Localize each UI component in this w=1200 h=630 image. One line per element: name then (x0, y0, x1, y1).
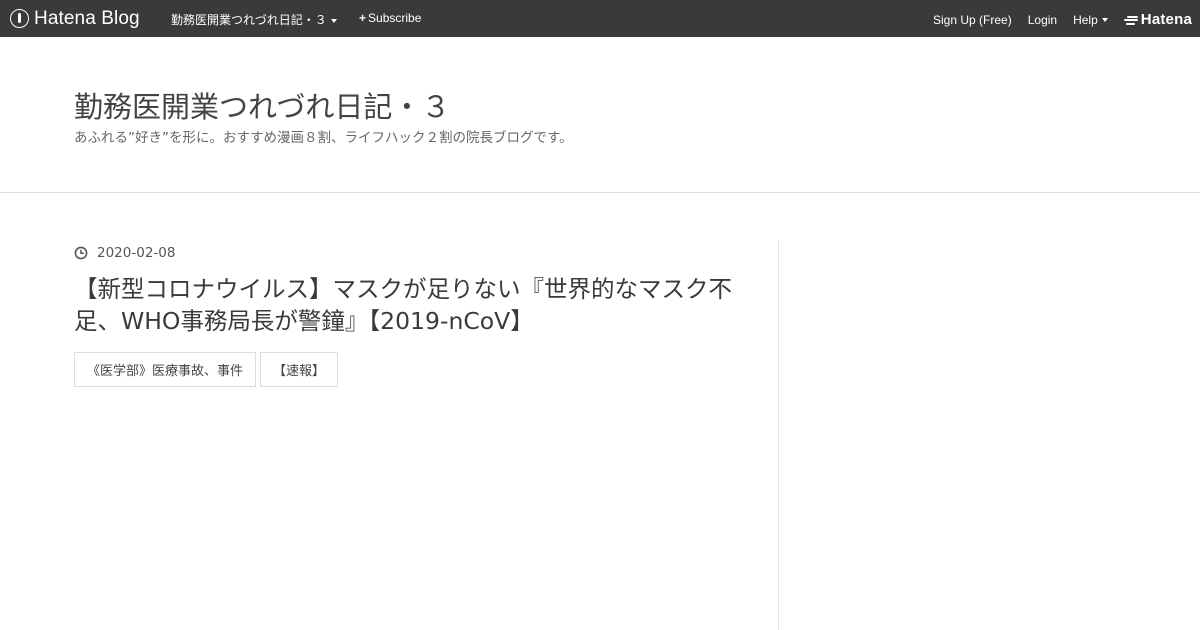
blog-name-label: 勤務医開業つれづれ日記・３ (171, 13, 327, 27)
blog-header: 勤務医開業つれづれ日記・３ あふれる”好き”を形に。おすすめ漫画８割、ライフハッ… (0, 37, 1200, 193)
hatena-blog-logo[interactable]: Hatena Blog (10, 7, 140, 30)
caret-down-icon (1101, 18, 1108, 23)
plus-icon: + (359, 11, 367, 25)
signup-link[interactable]: Sign Up (Free) (933, 13, 1012, 27)
caret-down-icon (330, 18, 337, 23)
global-header: Hatena Blog 勤務医開業つれづれ日記・３ + Subscribe Sig… (0, 0, 1200, 37)
subscribe-button[interactable]: + Subscribe (359, 11, 421, 25)
help-label: Help (1073, 12, 1098, 27)
blog-name-menu[interactable]: 勤務医開業つれづれ日記・３ (171, 11, 337, 28)
entry-date-row: 2020-02-08 (74, 241, 764, 265)
subscribe-label: Subscribe (368, 11, 422, 25)
category-tag-medical-accident[interactable]: 《医学部》医療事故、事件 (74, 352, 257, 387)
header-right-links: Sign Up (Free) Login Help Hatena (917, 11, 1192, 28)
blog-title[interactable]: 勤務医開業つれづれ日記・３ (74, 84, 450, 126)
entry-title[interactable]: 【新型コロナウイルス】マスクが足りない『世界的なマスク不足、WHO事務局長が警鐘… (74, 273, 734, 337)
entry-main: 2020-02-08 【新型コロナウイルス】マスクが足りない『世界的なマスク不足… (74, 241, 764, 387)
entry-date[interactable]: 2020-02-08 (97, 245, 175, 261)
login-link[interactable]: Login (1028, 13, 1057, 27)
hatena-logo[interactable]: Hatena (1123, 11, 1192, 28)
sidebar-divider (778, 241, 779, 630)
entry-categories: 《医学部》医療事故、事件 【速報】 (74, 352, 764, 387)
hatena-logo-icon (1123, 15, 1138, 25)
hatena-blog-logo-text: Hatena Blog (34, 7, 140, 29)
hatena-blog-logo-icon (10, 9, 29, 28)
category-tag-breaking-news[interactable]: 【速報】 (260, 352, 339, 387)
hatena-logo-text: Hatena (1140, 11, 1192, 28)
blog-description: あふれる”好き”を形に。おすすめ漫画８割、ライフハック２割の院長ブログです。 (74, 130, 573, 146)
help-menu[interactable]: Help (1073, 13, 1108, 27)
clock-icon (74, 246, 88, 260)
